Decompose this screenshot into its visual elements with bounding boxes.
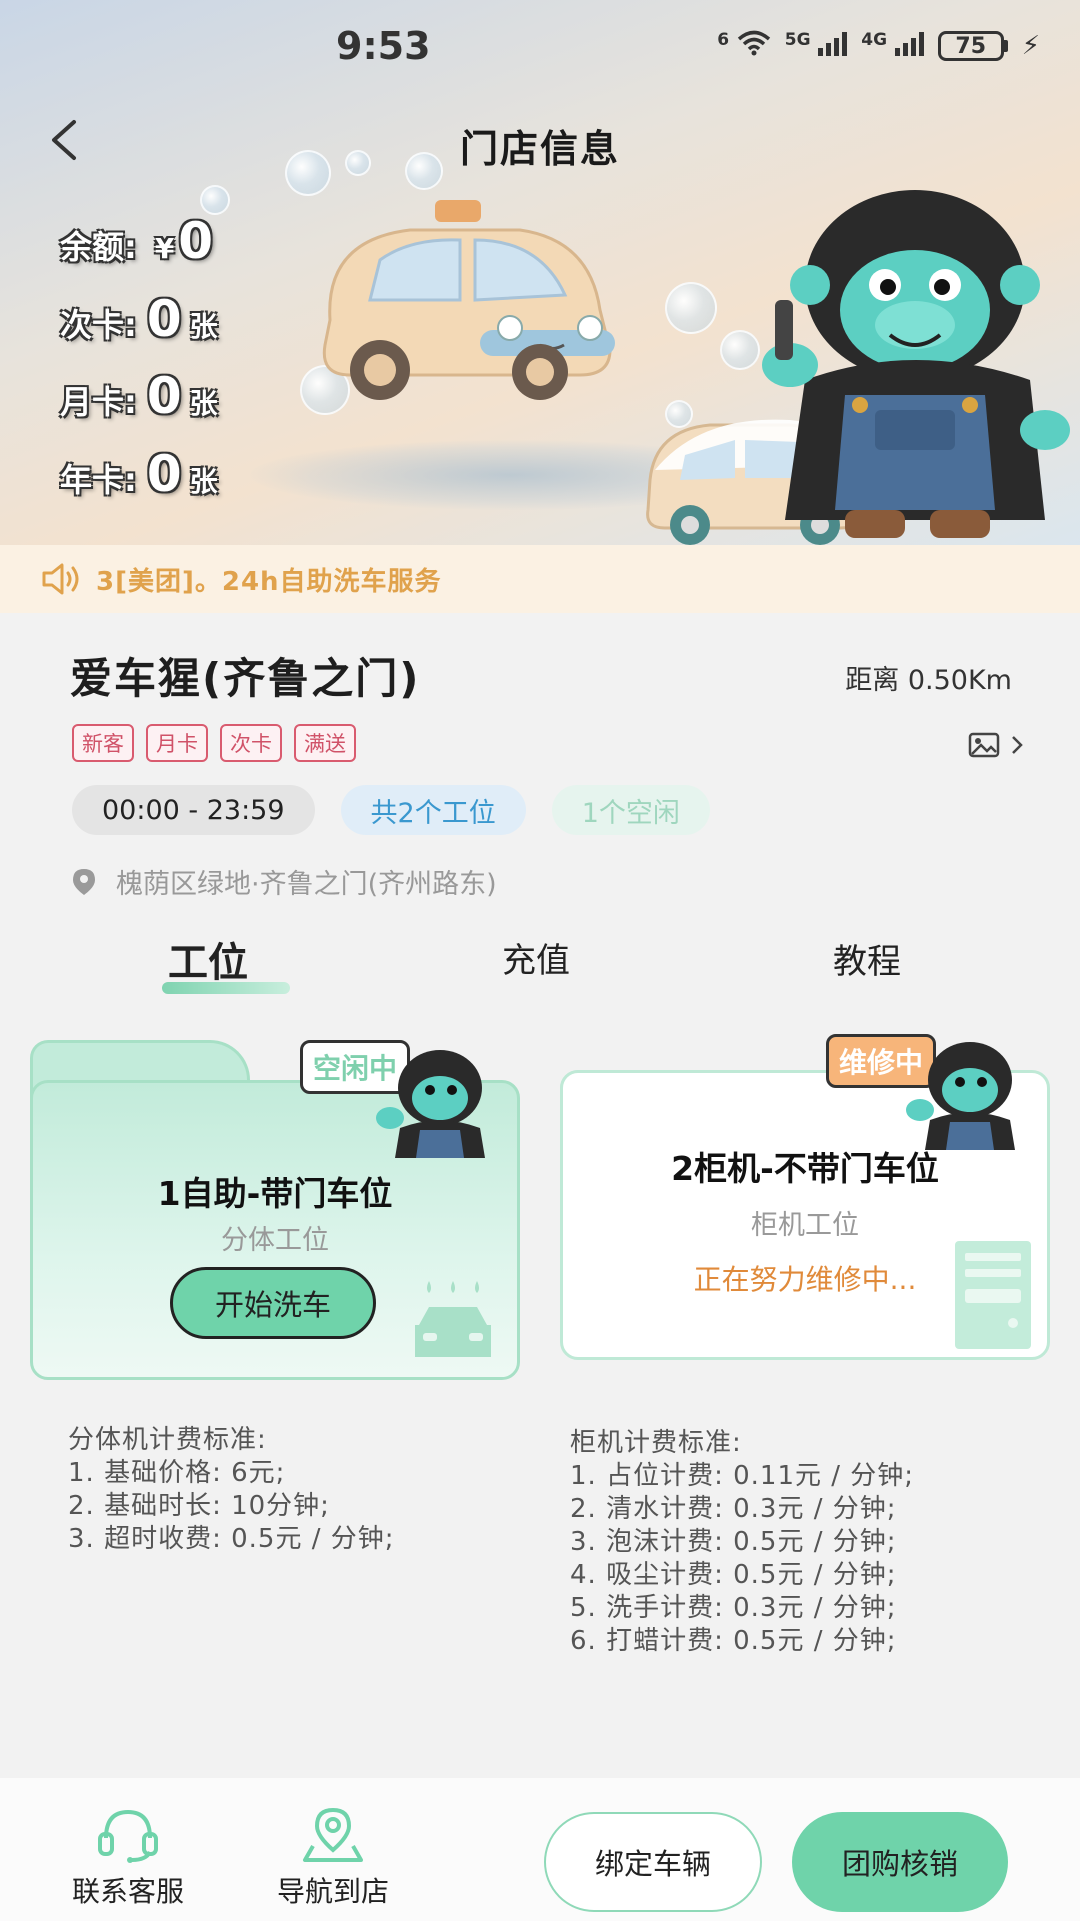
pricing-line: 6. 打蜡计费: 0.5元 / 分钟;: [570, 1626, 897, 1656]
store-name: 爱车猩(齐鲁之门): [70, 654, 421, 703]
tab-recharge[interactable]: 充值: [502, 933, 570, 982]
navigation-pin-icon: [303, 1807, 363, 1862]
station-type: 分体工位: [221, 1225, 329, 1256]
location-pin-icon: [73, 868, 95, 895]
count-card-value: 0: [146, 290, 182, 348]
status-time: 9:53: [336, 24, 431, 68]
year-card-unit: 张: [189, 465, 218, 498]
chevron-right-icon: [1012, 736, 1023, 754]
balance-label: 余额:: [60, 228, 137, 266]
pricing-line: 1. 占位计费: 0.11元 / 分钟;: [570, 1461, 915, 1491]
pricing-cabinet-machine: 柜机计费标准: 1. 占位计费: 0.11元 / 分钟; 2. 清水计费: 0.…: [570, 1427, 914, 1658]
address-text: 槐荫区绿地·齐鲁之门(齐州路东): [116, 869, 497, 900]
gorilla-mascot-icon: [906, 1042, 1015, 1150]
pricing-line: 3. 超时收费: 0.5元 / 分钟;: [68, 1524, 395, 1554]
business-hours: 00:00 - 23:59: [72, 785, 315, 835]
year-card-stat[interactable]: 年卡: 0 张: [60, 445, 218, 503]
wifi-label: 6: [717, 30, 730, 50]
pricing-line: 3. 泡沫计费: 0.5元 / 分钟;: [570, 1527, 897, 1557]
headset-icon: [98, 1809, 158, 1863]
station-title: 1自助-带门车位: [157, 1174, 393, 1213]
status-bar: 9:53 6 5G 4G 75 ⚡: [0, 0, 1080, 95]
pricing-line: 2. 清水计费: 0.3元 / 分钟;: [570, 1494, 897, 1524]
station-title: 2柜机-不带门车位: [671, 1149, 939, 1188]
station-card-2[interactable]: 维修中 2柜机-不带门车位 柜机工位 正在努力维修中...: [560, 1034, 1050, 1370]
year-card-value: 0: [146, 445, 182, 503]
station-card-1[interactable]: 空闲中 1自助-带门车位 分体工位 开始洗车: [30, 1040, 520, 1380]
battery-level: 75: [937, 31, 1004, 61]
free-slots: 1个空闲: [551, 785, 710, 835]
balance-value: 0: [178, 212, 214, 270]
store-address[interactable]: 槐荫区绿地·齐鲁之门(齐州路东): [72, 862, 497, 901]
tab-bar: 工位 充值 教程: [0, 930, 1080, 1000]
count-card-unit: 张: [189, 310, 218, 343]
gorilla-mascot-icon: [376, 1050, 485, 1158]
pricing-line: 5. 洗手计费: 0.3元 / 分钟;: [570, 1593, 897, 1623]
page-title: 门店信息: [459, 127, 620, 171]
bottom-action-bar: 联系客服 导航到店 绑定车辆 团购核销: [0, 1778, 1080, 1921]
group-buy-verify-button[interactable]: 团购核销: [792, 1812, 1008, 1912]
tab-tutorial[interactable]: 教程: [833, 934, 901, 983]
month-card-unit: 张: [189, 387, 218, 420]
net-4g-label: 4G: [861, 30, 888, 50]
net-5g-label: 5G: [784, 30, 811, 50]
navigate-to-store-button[interactable]: 导航到店: [258, 1806, 408, 1910]
hero-banner: 9:53 6 5G 4G 75 ⚡ 门店信息 余额: ¥ 0 次卡: 0 张 月…: [0, 0, 1080, 545]
bubble: [665, 282, 717, 334]
store-tags: 新客 月卡 次卡 满送: [72, 724, 356, 762]
cartoon-car-illustration: [322, 200, 615, 400]
pricing-split-machine: 分体机计费标准: 1. 基础价格: 6元; 2. 基础时长: 10分钟; 3. …: [68, 1424, 395, 1556]
pricing-title: 柜机计费标准:: [570, 1428, 742, 1458]
pricing-line: 2. 基础时长: 10分钟;: [68, 1491, 330, 1521]
signal-4g-icon: 4G: [861, 30, 924, 62]
tag-new-customer: 新客: [72, 724, 134, 762]
repair-status-text: 正在努力维修中...: [693, 1263, 917, 1296]
tag-count-card: 次卡: [220, 724, 282, 762]
count-card-stat[interactable]: 次卡: 0 张: [60, 290, 218, 348]
pricing-title: 分体机计费标准:: [68, 1425, 267, 1455]
month-card-stat[interactable]: 月卡: 0 张: [60, 367, 218, 425]
store-gallery-link[interactable]: [968, 732, 1024, 758]
start-wash-button[interactable]: 开始洗车: [170, 1267, 376, 1339]
station-type: 柜机工位: [751, 1210, 859, 1241]
pricing-line: 4. 吸尘计费: 0.5元 / 分钟;: [570, 1560, 897, 1590]
year-card-label: 年卡:: [60, 461, 137, 499]
bolt-icon: ⚡: [1021, 31, 1040, 61]
tab-stations[interactable]: 工位: [168, 930, 248, 988]
status-icons: 6 5G 4G 75 ⚡: [717, 30, 1040, 62]
pricing-line: 1. 基础价格: 6元;: [68, 1458, 286, 1488]
bind-vehicle-button[interactable]: 绑定车辆: [544, 1812, 762, 1912]
contact-service-label: 联系客服: [71, 1875, 184, 1908]
speaker-icon: [42, 563, 79, 595]
balance-currency: ¥: [154, 232, 175, 265]
balance-stat[interactable]: 余额: ¥ 0: [60, 212, 213, 270]
store-pills: 00:00 - 23:59 共2个工位 1个空闲: [72, 785, 710, 835]
navigate-to-store-label: 导航到店: [276, 1875, 389, 1908]
contact-service-button[interactable]: 联系客服: [53, 1806, 203, 1910]
month-card-value: 0: [146, 367, 182, 425]
count-card-label: 次卡:: [60, 306, 137, 344]
bubble: [200, 185, 230, 215]
tag-promo: 满送: [294, 724, 356, 762]
tag-month-card: 月卡: [146, 724, 208, 762]
signal-5g-icon: 5G: [784, 30, 848, 62]
battery-icon: 75: [937, 31, 1008, 61]
notice-bar[interactable]: 3[美团]。24h自助洗车服务: [0, 545, 1080, 613]
image-icon: [968, 732, 1000, 758]
total-slots: 共2个工位: [340, 785, 526, 835]
gorilla-mascot-illustration: [762, 190, 1070, 538]
notice-text: 3[美团]。24h自助洗车服务: [96, 566, 442, 597]
store-distance: 距离 0.50Km: [845, 665, 1012, 696]
car-wash-icon: [415, 1281, 491, 1357]
month-card-label: 月卡:: [60, 383, 137, 421]
tab-active-indicator: [162, 982, 290, 994]
wifi-icon: 6: [717, 30, 771, 62]
